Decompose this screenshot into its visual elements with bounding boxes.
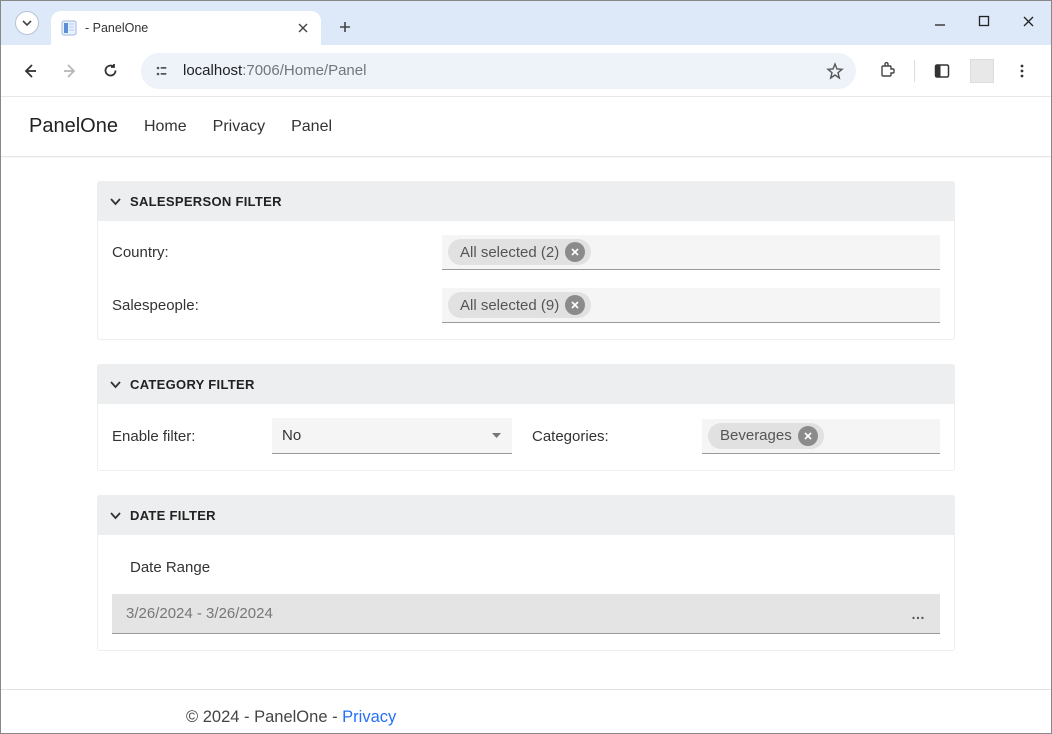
salespeople-chip: All selected (9): [448, 292, 591, 318]
panel-title: CATEGORY FILTER: [130, 377, 255, 392]
chevron-down-icon: [109, 509, 122, 522]
tab-close-button[interactable]: [295, 20, 311, 36]
label-enable-filter: Enable filter:: [112, 428, 272, 445]
sidepanel-button[interactable]: [925, 54, 959, 88]
toolbar-separator: [914, 60, 915, 82]
salespeople-chip-clear-icon[interactable]: [565, 295, 585, 315]
browser-tab[interactable]: - PanelOne: [51, 11, 321, 45]
panel-header-category[interactable]: CATEGORY FILTER: [97, 364, 955, 404]
caret-down-icon: [491, 430, 502, 441]
enable-filter-dropdown[interactable]: No: [272, 418, 512, 454]
label-salespeople: Salespeople:: [112, 297, 442, 314]
categories-chip-text: Beverages: [720, 427, 792, 444]
panel-body-salesperson: Country: All selected (2) Salespeople:: [97, 221, 955, 340]
panel-title: SALESPERSON FILTER: [130, 194, 282, 209]
panel-body-category: Enable filter: No Categories: Beverages: [97, 404, 955, 471]
label-date-range: Date Range: [130, 559, 940, 576]
back-button[interactable]: [13, 54, 47, 88]
content: SALESPERSON FILTER Country: All selected…: [91, 181, 961, 651]
panel-title: DATE FILTER: [130, 508, 216, 523]
tab-title: - PanelOne: [85, 21, 287, 35]
site-navbar: PanelOne Home Privacy Panel: [1, 97, 1051, 157]
site-info-icon[interactable]: [151, 60, 173, 82]
reload-button[interactable]: [93, 54, 127, 88]
browser-toolbar: localhost:7006/Home/Panel: [1, 45, 1051, 97]
new-tab-button[interactable]: [331, 13, 359, 41]
panel-body-date: Date Range 3/26/2024 - 3/26/2024 …: [97, 535, 955, 651]
navlink-panel[interactable]: Panel: [291, 118, 332, 136]
date-range-value: 3/26/2024 - 3/26/2024: [126, 605, 273, 622]
browser-tabstrip: - PanelOne: [1, 1, 1051, 45]
brand[interactable]: PanelOne: [29, 115, 118, 138]
salespeople-chip-text: All selected (9): [460, 297, 559, 314]
tab-search-button[interactable]: [15, 11, 39, 35]
country-chip-text: All selected (2): [460, 244, 559, 261]
address-bar-text: localhost:7006/Home/Panel: [183, 62, 814, 79]
chevron-down-icon: [109, 195, 122, 208]
tab-favicon-icon: [61, 20, 77, 36]
panel-header-date[interactable]: DATE FILTER: [97, 495, 955, 535]
forward-button[interactable]: [53, 54, 87, 88]
country-chip-clear-icon[interactable]: [565, 242, 585, 262]
address-bar[interactable]: localhost:7006/Home/Panel: [141, 53, 856, 89]
footer-text: © 2024 - PanelOne -: [186, 708, 342, 726]
window-controls: [923, 7, 1045, 35]
categories-chip-clear-icon[interactable]: [798, 426, 818, 446]
extensions-button[interactable]: [870, 54, 904, 88]
panel-header-salesperson[interactable]: SALESPERSON FILTER: [97, 181, 955, 221]
navlink-home[interactable]: Home: [144, 118, 187, 136]
categories-chip: Beverages: [708, 423, 824, 449]
footer: © 2024 - PanelOne - Privacy: [76, 690, 976, 727]
enable-filter-value: No: [282, 427, 301, 444]
footer-privacy-link[interactable]: Privacy: [342, 708, 396, 726]
date-range-more-icon[interactable]: …: [911, 606, 926, 622]
country-multiselect[interactable]: All selected (2): [442, 235, 940, 270]
label-categories: Categories:: [532, 428, 702, 445]
country-chip: All selected (2): [448, 239, 591, 265]
label-country: Country:: [112, 244, 442, 261]
categories-multiselect[interactable]: Beverages: [702, 419, 940, 454]
bookmark-star-icon[interactable]: [824, 60, 846, 82]
chevron-down-icon: [109, 378, 122, 391]
window-maximize-button[interactable]: [967, 7, 1001, 35]
page-viewport: PanelOne Home Privacy Panel SALESPERSON …: [1, 97, 1051, 733]
window-minimize-button[interactable]: [923, 7, 957, 35]
browser-menu-button[interactable]: [1005, 54, 1039, 88]
date-range-input[interactable]: 3/26/2024 - 3/26/2024 …: [112, 594, 940, 634]
salespeople-multiselect[interactable]: All selected (9): [442, 288, 940, 323]
navlink-privacy[interactable]: Privacy: [213, 118, 265, 136]
profile-button[interactable]: [965, 54, 999, 88]
window-close-button[interactable]: [1011, 7, 1045, 35]
